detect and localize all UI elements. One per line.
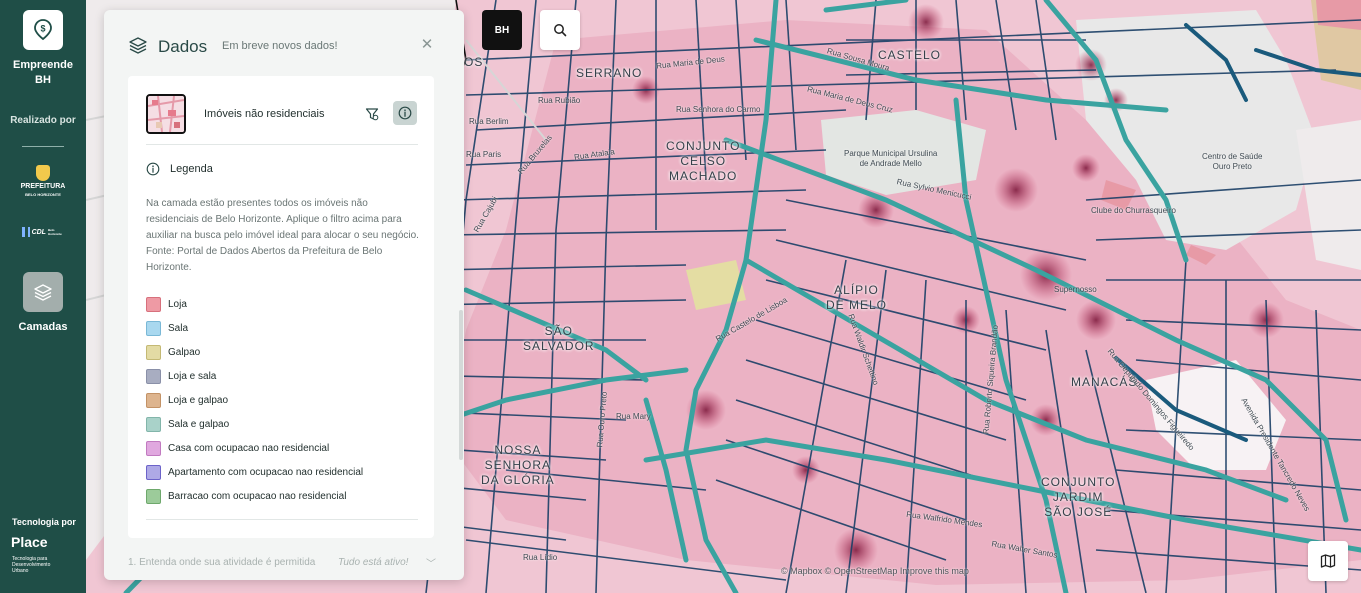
- legend-header: Legenda: [146, 162, 213, 176]
- legend-label: Apartamento com ocupacao nao residencial: [168, 466, 364, 478]
- legend-label: Sala e galpao: [168, 418, 230, 430]
- search-button[interactable]: [540, 10, 580, 50]
- legend-swatch: [146, 440, 161, 456]
- street-label: Rua Lídio: [523, 553, 558, 562]
- legend-item: Galpao: [146, 340, 363, 364]
- legend-label: Loja e galpao: [168, 394, 229, 406]
- legend-swatch: [146, 320, 161, 336]
- filter-icon: [365, 108, 379, 121]
- legend-swatch: [146, 392, 161, 408]
- neighborhood-label: SÃO SALVADOR: [523, 324, 595, 353]
- legend-swatch: [146, 464, 161, 480]
- layer-name: Imóveis não residenciais: [204, 108, 325, 120]
- street-label: Rua Berlim: [469, 117, 509, 126]
- made-by-label: Realizado por: [10, 115, 76, 126]
- street-label: Rua Mary: [616, 412, 651, 421]
- legend-item: Barracao com ocupacao nao residencial: [146, 484, 363, 508]
- sidebar-divider: [22, 146, 64, 147]
- legend-label: Barracao com ocupacao nao residencial: [168, 490, 347, 502]
- search-icon: [554, 24, 567, 37]
- prefeitura-logo: PREFEITURA BELO HORIZONTE: [18, 165, 68, 199]
- legend-item: Loja e galpao: [146, 388, 363, 412]
- step-accordion-title[interactable]: 1. Entenda onde sua atividade é permitid…: [128, 557, 315, 568]
- cdl-name: CDL: [31, 228, 46, 236]
- neighborhood-label: OS: [464, 55, 484, 69]
- legend-swatch: [146, 488, 161, 504]
- place-sub: Tecnologia para Desenvolvimento Urbano: [12, 556, 51, 574]
- info-icon: [398, 106, 412, 120]
- legend-swatch: [146, 296, 161, 312]
- cdl-logo: CDL Belo Horizonte: [22, 224, 66, 240]
- neighborhood-label: CONJUNTO CELSO MACHADO: [666, 139, 741, 183]
- legend-item: Sala: [146, 316, 363, 340]
- legend-item: Apartamento com ocupacao nao residencial: [146, 460, 363, 484]
- neighborhood-label: CASTELO: [878, 48, 942, 62]
- poi-label: Supernosso: [1054, 285, 1097, 294]
- map-type-button[interactable]: [1308, 541, 1348, 581]
- legend-swatch: [146, 344, 161, 360]
- legend-item: Sala e galpao: [146, 412, 363, 436]
- map-icon: [1320, 554, 1336, 568]
- legend-swatch: [146, 368, 161, 384]
- neighborhood-label: NOSSA SENHORA DA GLÓRIA: [481, 443, 555, 487]
- layers-icon: [34, 284, 52, 301]
- legend-item: Loja e sala: [146, 364, 363, 388]
- street-label: Rua Senhora do Carmo: [676, 105, 761, 114]
- chevron-down-icon[interactable]: ﹀: [426, 555, 436, 570]
- prefeitura-sub: BELO HORIZONTE: [25, 192, 61, 197]
- brand-logo[interactable]: $: [23, 10, 63, 50]
- card-divider: [146, 144, 418, 145]
- panel-subtitle: Em breve novos dados!: [222, 40, 338, 52]
- legend-label: Loja e sala: [168, 370, 217, 382]
- legend-label: Sala: [168, 322, 189, 334]
- neighborhood-label: CONJUNTO JARDIM SÃO JOSÉ: [1041, 475, 1116, 519]
- legend-item: Casa com ocupacao nao residencial: [146, 436, 363, 460]
- panel-header: Dados Em breve novos dados! ✕: [104, 10, 464, 74]
- close-icon[interactable]: ✕: [420, 37, 434, 52]
- poi-label: Centro de Saúde Ouro Preto: [1202, 152, 1263, 171]
- place-logo: Place: [11, 534, 48, 550]
- prefeitura-crest-icon: [36, 165, 50, 181]
- step-status: Tudo está ativo!: [338, 557, 409, 568]
- street-label: Rua Paris: [466, 150, 502, 159]
- layer-thumbnail[interactable]: [146, 94, 186, 134]
- location-dollar-icon: $: [34, 19, 52, 41]
- layer-card: Imóveis não residenciais Legenda Na cama…: [128, 76, 434, 538]
- legend-swatch: [146, 416, 161, 432]
- info-icon: [146, 162, 160, 176]
- layer-thumbnail-image: [148, 96, 184, 132]
- panel-title: Dados: [158, 37, 208, 56]
- brand-name: Empreende BH: [13, 59, 73, 86]
- filter-button[interactable]: [360, 102, 384, 126]
- neighborhood-label: SERRANO: [576, 66, 643, 80]
- poi-label: Clube do Churrasqueiro: [1091, 206, 1176, 215]
- info-button[interactable]: [393, 101, 417, 125]
- legend-label: Casa com ocupacao nao residencial: [168, 442, 330, 454]
- legend-title: Legenda: [170, 163, 213, 175]
- poi-label: Parque Municipal Ursulina de Andrade Mel…: [844, 149, 938, 168]
- sidebar: $ Empreende BH Realizado por PREFEITURA …: [0, 0, 86, 593]
- cdl-sub: Belo Horizonte: [47, 228, 62, 236]
- street-label: Rua Rubião: [538, 96, 581, 105]
- legend-label: Loja: [168, 298, 187, 310]
- legend-item: Loja: [146, 292, 363, 316]
- svg-text:$: $: [40, 24, 45, 34]
- city-button[interactable]: BH: [482, 10, 522, 50]
- legend-label: Galpao: [168, 346, 201, 358]
- legend-description: Na camada estão presentes todos os imóve…: [146, 198, 419, 273]
- layers-icon: [129, 37, 147, 54]
- map-attribution[interactable]: © Mapbox © OpenStreetMap Improve this ma…: [781, 566, 969, 576]
- card-divider: [146, 519, 418, 520]
- legend-list: Loja Sala Galpao Loja e sala Loja e galp…: [146, 292, 363, 508]
- data-panel: Dados Em breve novos dados! ✕ Imóveis nã…: [104, 10, 464, 580]
- tech-label: Tecnologia por: [12, 517, 76, 527]
- layers-label: Camadas: [18, 321, 68, 333]
- cdl-mark-icon: [22, 227, 30, 237]
- layers-button[interactable]: [23, 272, 63, 312]
- prefeitura-name: PREFEITURA: [20, 183, 66, 190]
- panel-scrollbar[interactable]: [459, 310, 463, 460]
- neighborhood-label: ALÍPIO DE MELO: [826, 283, 888, 312]
